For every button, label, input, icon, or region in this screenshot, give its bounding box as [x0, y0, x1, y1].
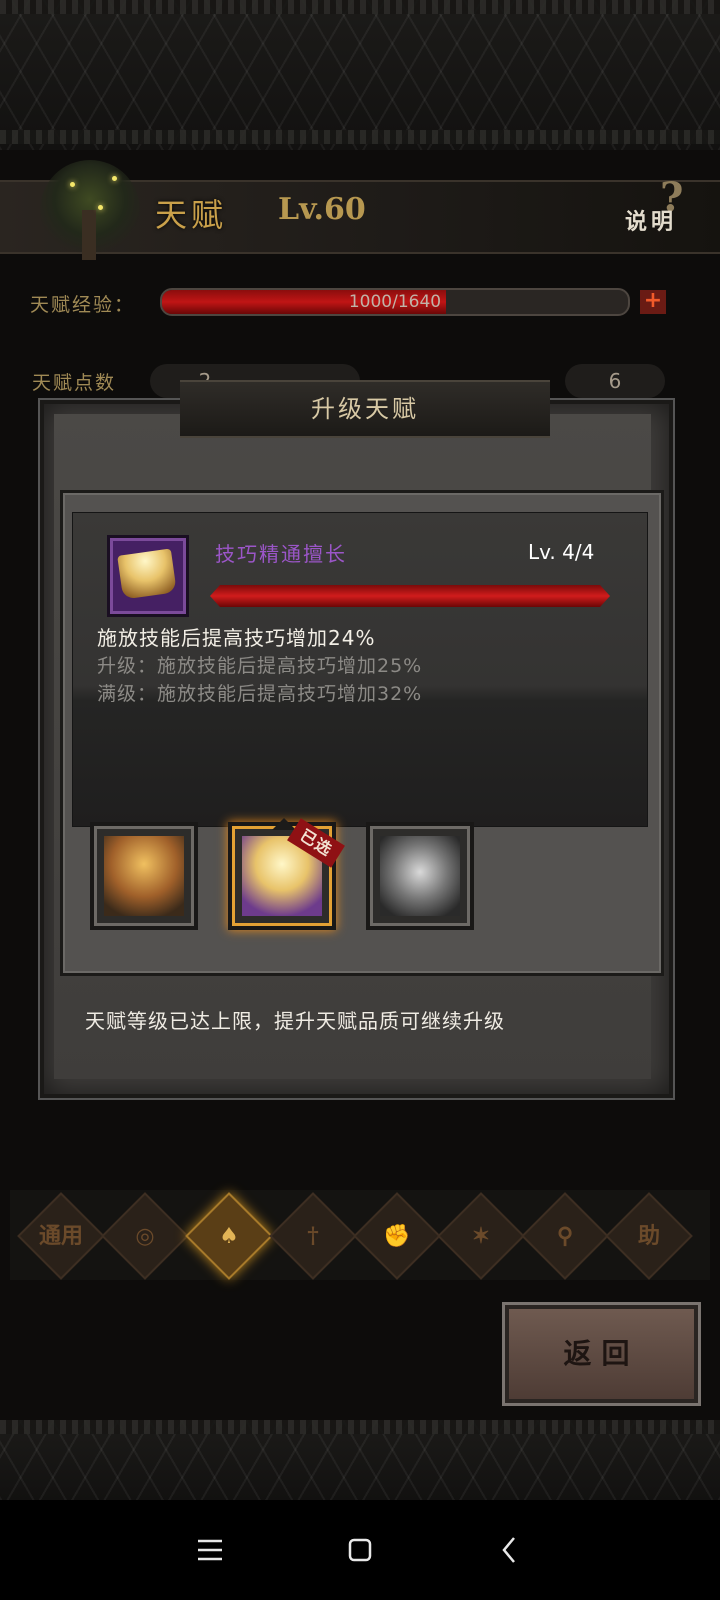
- next-level-effect: 升级：施放技能后提高技巧增加25%: [97, 655, 423, 677]
- help-button[interactable]: ? 说明: [625, 174, 697, 240]
- return-button[interactable]: 返回: [505, 1305, 698, 1403]
- points-value-right: 6: [608, 369, 622, 393]
- add-exp-button[interactable]: +: [640, 290, 666, 314]
- menu-nav-button[interactable]: [180, 1520, 240, 1580]
- back-nav-button[interactable]: [480, 1520, 540, 1580]
- home-nav-button[interactable]: [330, 1520, 390, 1580]
- firefly-icon: [70, 182, 75, 187]
- rope-icon: ◎: [135, 1223, 155, 1249]
- bottom-texture-edge: [0, 1420, 720, 1434]
- talent-choice-3[interactable]: [366, 822, 474, 930]
- top-texture-edge: [0, 0, 720, 14]
- top-texture-band: [0, 0, 720, 150]
- talent-level: Lv.60: [278, 192, 366, 227]
- home-square-icon: [348, 1538, 372, 1562]
- fist-icon: ✊: [383, 1223, 411, 1249]
- talent-book-icon: [107, 535, 189, 617]
- claw-hand-icon: [380, 836, 460, 916]
- max-level-effect: 满级：施放技能后提高技巧增加32%: [97, 683, 423, 705]
- talent-level-value: Lv. 4/4: [528, 540, 595, 564]
- grave-burst-icon: [104, 836, 184, 916]
- selection-pointer-icon: [272, 818, 296, 830]
- menu-icon: [198, 1539, 222, 1561]
- talent-name: 技巧精通擅长: [215, 542, 347, 566]
- max-level-notice: 天赋等级已达上限，提升天赋品质可继续升级: [85, 1009, 505, 1033]
- support-icon: 助: [637, 1223, 660, 1249]
- points-box-right: 6: [565, 364, 665, 398]
- dialog-title: 升级天赋: [311, 395, 419, 423]
- claw-icon: ✶: [471, 1223, 491, 1249]
- talent-tree-trunk: [82, 210, 96, 260]
- top-texture-edge-lower: [0, 130, 720, 144]
- system-nav-bar: [0, 1500, 720, 1600]
- talent-choice-1[interactable]: [90, 822, 198, 930]
- back-chevron-icon: [502, 1537, 515, 1563]
- help-label: 说明: [625, 210, 678, 235]
- shovel-icon: ♠: [219, 1223, 239, 1249]
- dagger-icon: †: [307, 1223, 319, 1249]
- return-label: 返回: [563, 1337, 640, 1370]
- magnifier-icon: ⚲: [556, 1223, 574, 1249]
- firefly-icon: [112, 176, 117, 181]
- page-title: 天赋: [155, 196, 228, 234]
- exp-label: 天赋经验：: [30, 294, 136, 316]
- firefly-icon: [98, 205, 103, 210]
- open-book-icon: [117, 548, 177, 600]
- points-label: 天赋点数: [32, 372, 117, 394]
- exp-value: 1000/1640: [348, 292, 442, 312]
- dialog-title-plate: 升级天赋: [180, 380, 550, 438]
- talent-progress-bar: [210, 585, 610, 607]
- exp-progress-bar: 1000/1640: [160, 288, 630, 316]
- current-effect: 施放技能后提高技巧增加24%: [97, 626, 376, 650]
- general-icon: 通用: [38, 1223, 83, 1249]
